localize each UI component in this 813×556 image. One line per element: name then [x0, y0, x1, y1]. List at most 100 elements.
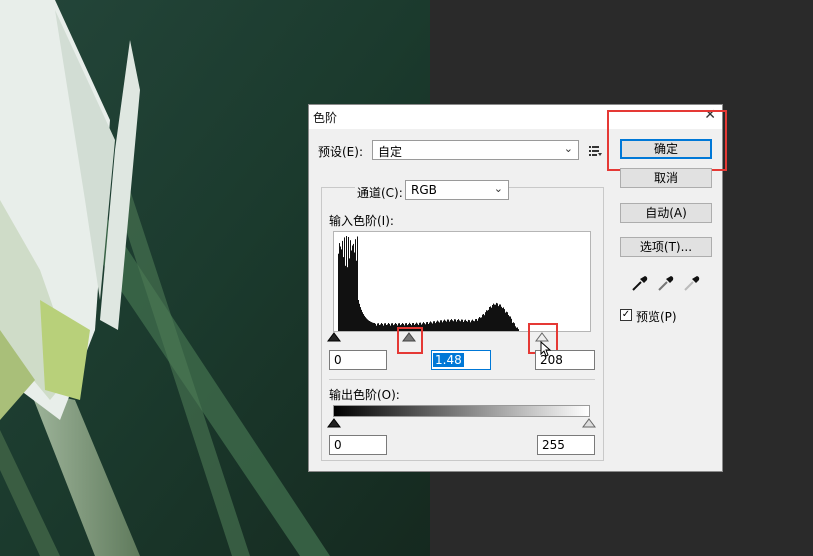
histogram-bar [377, 323, 378, 331]
histogram-bar [369, 321, 370, 331]
histogram-bar [439, 322, 440, 331]
histogram-bar [372, 322, 373, 331]
histogram-bar [349, 258, 350, 331]
input-black-slider[interactable] [327, 332, 341, 342]
black-eyedropper-icon[interactable] [630, 273, 650, 293]
histogram-bar [471, 320, 472, 331]
gray-eyedropper-icon[interactable] [656, 273, 676, 293]
histogram-bar [434, 321, 435, 331]
histogram-bar [347, 267, 348, 331]
histogram-bar [343, 257, 344, 331]
histogram-bar [354, 252, 355, 331]
histogram-bar [500, 304, 501, 331]
histogram-bar [364, 315, 365, 331]
histogram-bar [494, 304, 495, 331]
histogram-bar [339, 243, 340, 331]
input-black-field[interactable]: 0 [329, 350, 387, 370]
histogram-bar [483, 314, 484, 331]
auto-button[interactable]: 自动(A) [620, 203, 712, 223]
histogram-bar [458, 319, 459, 331]
output-black-slider[interactable] [327, 418, 341, 428]
histogram-bar [508, 315, 509, 331]
histogram-bar [379, 325, 380, 331]
histogram-bar [503, 307, 504, 331]
histogram-bar [363, 314, 364, 331]
preview-label[interactable]: 预览(P) [636, 308, 677, 325]
histogram-bar [378, 323, 379, 331]
chevron-down-icon: ⌄ [563, 142, 573, 155]
highlight-box-gamma [397, 327, 423, 354]
histogram-bar [390, 325, 391, 331]
histogram-bar [365, 317, 366, 331]
histogram-bar [392, 323, 393, 331]
histogram-bar [452, 320, 453, 331]
input-gamma-value: 1.48 [433, 353, 464, 367]
histogram-bar [478, 318, 479, 331]
histogram-bar [486, 310, 487, 331]
histogram-bar [489, 307, 490, 331]
white-eyedropper-icon[interactable] [682, 273, 702, 293]
histogram-bar [474, 321, 475, 331]
output-gradient-bar [333, 405, 590, 417]
histogram-bar [470, 322, 471, 331]
histogram-bar [491, 307, 492, 331]
histogram-bar [453, 321, 454, 331]
histogram-bar [385, 323, 386, 331]
histogram [333, 231, 591, 332]
output-white-slider[interactable] [582, 418, 596, 428]
input-gamma-field[interactable]: 1.48 [431, 350, 491, 370]
output-black-field[interactable]: 0 [329, 435, 387, 455]
histogram-bar [366, 318, 367, 331]
preset-menu-icon[interactable] [588, 143, 602, 157]
histogram-bar [375, 323, 376, 331]
histogram-bar [376, 325, 377, 331]
histogram-bar [479, 317, 480, 331]
histogram-bar [360, 307, 361, 331]
histogram-bar [432, 323, 433, 331]
histogram-bar [394, 324, 395, 331]
channel-dropdown[interactable]: RGB ⌄ [405, 180, 509, 200]
histogram-bar [430, 321, 431, 331]
histogram-bar [438, 321, 439, 331]
cancel-button[interactable]: 取消 [620, 168, 712, 188]
output-white-field[interactable]: 255 [537, 435, 595, 455]
chevron-down-icon: ⌄ [493, 182, 503, 195]
histogram-bar [495, 304, 496, 331]
histogram-bar [477, 320, 478, 331]
histogram-bar [348, 237, 349, 331]
preset-dropdown[interactable]: 自定 ⌄ [372, 140, 579, 160]
histogram-bar [472, 319, 473, 331]
histogram-bar [393, 325, 394, 331]
preset-label: 预设(E): [318, 145, 363, 159]
histogram-bar [456, 321, 457, 331]
mouse-pointer-icon [540, 341, 552, 357]
histogram-bar [518, 329, 519, 331]
histogram-bar [338, 253, 339, 331]
histogram-bar [469, 320, 470, 331]
histogram-bar [440, 320, 441, 331]
channel-label: 通道(C): [355, 184, 405, 201]
checkmark-icon: ✓ [621, 309, 631, 320]
histogram-bar [344, 237, 345, 331]
histogram-bar [370, 321, 371, 331]
histogram-bar [345, 265, 346, 331]
histogram-bar [517, 327, 518, 331]
histogram-bar [460, 321, 461, 331]
histogram-bar [487, 310, 488, 331]
histogram-bar [442, 322, 443, 331]
input-levels-label: 输入色阶(I): [329, 214, 394, 228]
histogram-bar [512, 322, 513, 331]
histogram-bar [395, 323, 396, 331]
histogram-bar [473, 320, 474, 331]
histogram-bar [368, 320, 369, 331]
histogram-bar [464, 320, 465, 331]
histogram-bar [441, 320, 442, 331]
histogram-graph [338, 236, 519, 331]
options-button[interactable]: 选项(T)... [620, 237, 712, 257]
histogram-bar [341, 249, 342, 331]
histogram-bar [357, 236, 358, 331]
histogram-bar [358, 300, 359, 331]
histogram-bar [480, 317, 481, 331]
histogram-bar [356, 260, 357, 331]
preview-checkbox[interactable]: ✓ [620, 309, 632, 321]
